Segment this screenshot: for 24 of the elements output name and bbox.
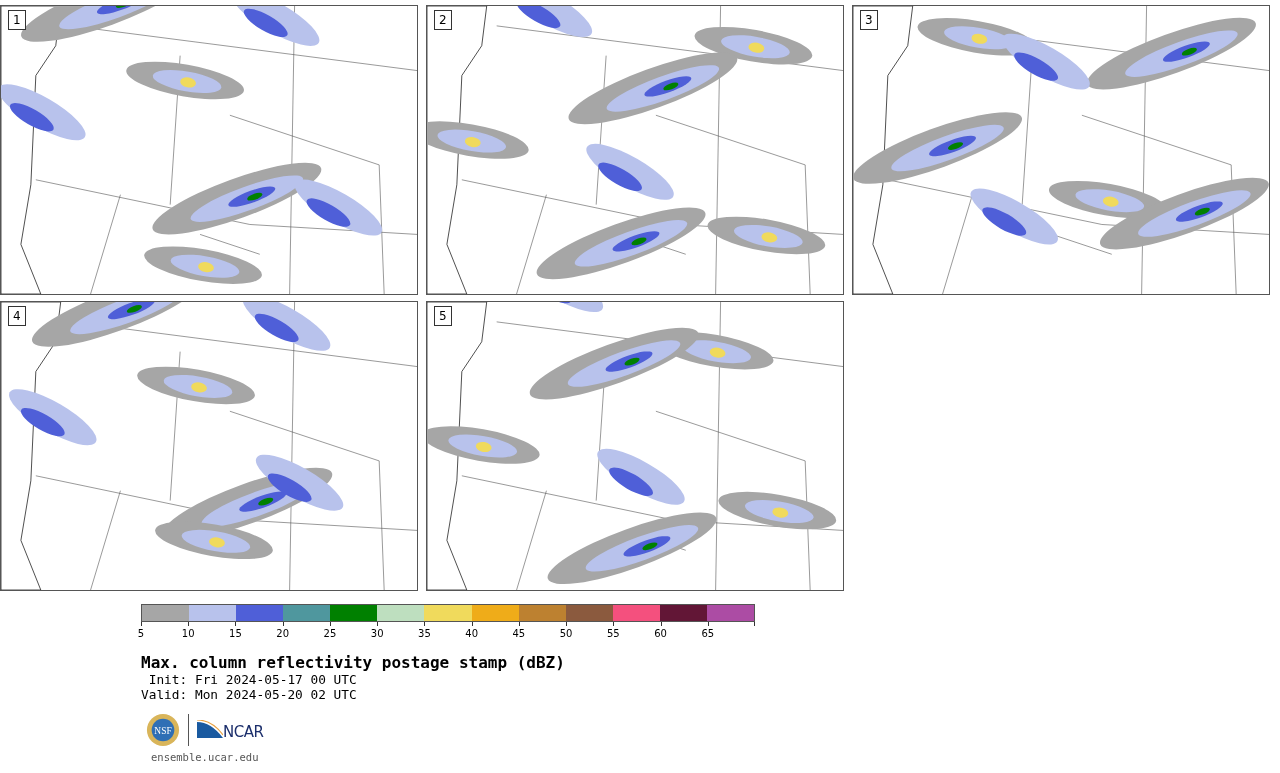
tick-label: 25 [322,627,338,639]
init-time: Init: Fri 2024-05-17 00 UTC [147,672,358,687]
tick-label: 5 [136,627,146,639]
panel-number: 4 [8,306,26,326]
tick-label: 55 [605,627,621,639]
tick-label: 20 [275,627,291,639]
tick-label: 45 [511,627,527,639]
chart-title: Max. column reflectivity postage stamp (dBZ) [141,654,566,672]
panel-number: 2 [434,10,452,30]
tick-label: 15 [228,627,243,639]
panel-number: 1 [8,10,26,30]
tick-label: 50 [558,627,574,639]
panel-number: 3 [860,10,878,30]
panel-number: 5 [434,306,452,326]
tick-label: 40 [464,627,479,639]
tick-label: 35 [417,627,432,639]
valid-time: Valid: Mon 2024-05-20 02 UTC [141,687,358,702]
tick-label: 65 [700,627,716,639]
tick-label: 10 [180,627,196,639]
ncar-logo: NCAR [197,720,264,740]
tick-label: 60 [653,627,668,639]
tick-label: 30 [369,627,385,639]
nsf-logo: NSF [146,713,180,747]
site-url: ensemble.ucar.edu [151,751,260,764]
